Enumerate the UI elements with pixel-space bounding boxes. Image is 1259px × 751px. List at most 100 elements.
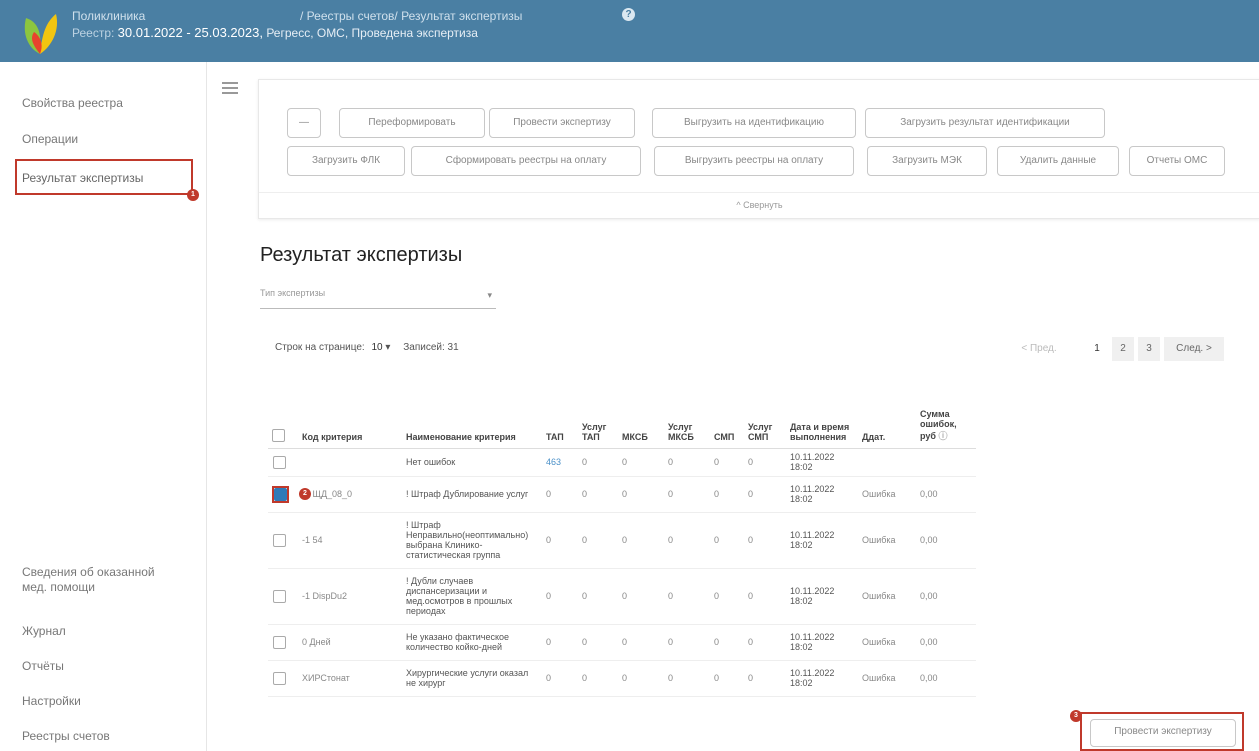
export-identification-button[interactable]: Выгрузить на идентификацию (652, 108, 856, 138)
cell-smp-services: 0 (744, 624, 786, 661)
filter-placeholder: Тип экспертизы (260, 288, 326, 298)
pager-prev[interactable]: < Пред. (1014, 337, 1064, 361)
app-header: Поликлиника / Реестры счетов/ Результат … (0, 0, 1259, 62)
row-checkbox[interactable] (273, 455, 286, 469)
cell-smp: 0 (710, 476, 744, 513)
row-checkbox[interactable] (273, 533, 286, 547)
sidebar-item-settings[interactable]: Настройки (22, 694, 81, 708)
row-checkbox[interactable] (273, 635, 286, 649)
run-expertise-bottom-button[interactable]: Провести экспертизу (1090, 719, 1236, 747)
cell-name: ! Штраф Неправильно(неоптимально) выбран… (402, 512, 542, 569)
header-type[interactable]: Ддат. (858, 384, 916, 449)
row-select-cell (268, 476, 298, 513)
cell-smp-services: 0 (744, 476, 786, 513)
header-mksb[interactable]: МКСБ (618, 384, 664, 449)
table-row[interactable]: 0 Дней Не указано фактическое количество … (268, 624, 976, 661)
sidebar-item-medical-care[interactable]: Сведения об оказанной мед. помощи (22, 565, 182, 595)
cell-smp-services: 0 (744, 512, 786, 569)
cell-name: Нет ошибок (402, 448, 542, 477)
table-row[interactable]: -1 54! Штраф Неправильно(неоптимально) в… (268, 512, 976, 569)
cell-type: Ошибка (858, 660, 916, 697)
chevron-down-icon[interactable]: ▾ (385, 342, 390, 353)
reform-button[interactable]: Переформировать (339, 108, 485, 138)
pager-page-1[interactable]: 1 (1086, 337, 1108, 361)
header-tap[interactable]: ТАП (542, 384, 578, 449)
pager-page-2[interactable]: 2 (1112, 337, 1134, 361)
cell-date: 10.11.2022 18:02 (786, 512, 858, 569)
sidebar-item-registries[interactable]: Реестры счетов (22, 729, 110, 743)
cell-tap-services: 0 (578, 512, 618, 569)
rows-per-page-select[interactable]: 10 (372, 342, 383, 353)
cell-tap: 0 (542, 512, 578, 569)
rows-per-page: Строк на странице: 10 ▾ Записей: 31 (275, 342, 459, 353)
row-select-cell (268, 624, 298, 661)
row-select-cell (268, 448, 298, 477)
sidebar-item-properties[interactable]: Свойства реестра (22, 96, 123, 110)
logo-icon (24, 14, 58, 54)
header-name[interactable]: Наименование критерия (402, 384, 542, 449)
collapse-toggle[interactable]: ^ Свернуть (259, 192, 1259, 219)
row-select-cell (268, 660, 298, 697)
info-icon: ⓘ (938, 430, 948, 441)
cell-type: Ошибка (858, 568, 916, 625)
help-icon[interactable]: ? (622, 8, 635, 21)
cell-type (858, 448, 916, 477)
run-expertise-button[interactable]: Провести экспертизу (489, 108, 635, 138)
cell-date: 10.11.2022 18:02 (786, 448, 858, 477)
cell-mksb: 0 (618, 624, 664, 661)
rows-per-page-label: Строк на странице: (275, 342, 365, 353)
header-smp-services[interactable]: Услуг СМП (744, 384, 786, 449)
sidebar-item-reports[interactable]: Отчёты (22, 659, 64, 673)
expertise-type-select[interactable]: Тип экспертизы ▾ (260, 288, 496, 309)
cell-tap: 0 (542, 660, 578, 697)
import-flk-button[interactable]: Загрузить ФЛК (287, 146, 405, 176)
cell-sum: 0,00 (916, 476, 976, 513)
oms-reports-button[interactable]: Отчеты ОМС (1129, 146, 1225, 176)
cell-mksb: 0 (618, 476, 664, 513)
table-row[interactable]: -1 DispDu2! Дубли случаев диспансеризаци… (268, 568, 976, 625)
more-button[interactable]: — (287, 108, 321, 138)
cell-type: Ошибка (858, 476, 916, 513)
select-all-cell (268, 384, 298, 449)
import-mek-button[interactable]: Загрузить МЭК (867, 146, 987, 176)
cell-smp: 0 (710, 568, 744, 625)
header-code[interactable]: Код критерия (298, 384, 402, 449)
pager-page-3[interactable]: 3 (1138, 337, 1160, 361)
cell-code: -1 54 (298, 512, 402, 569)
cell-mksb-services: 0 (664, 512, 710, 569)
header-sum[interactable]: Сумма ошибок, руб ⓘ (916, 384, 976, 449)
header-smp[interactable]: СМП (710, 384, 744, 449)
select-all-checkbox[interactable] (272, 428, 285, 442)
sidebar-item-expertise-result[interactable]: Результат экспертизы (15, 159, 193, 195)
row-checkbox-wrap (272, 455, 287, 470)
delete-data-button[interactable]: Удалить данные (997, 146, 1119, 176)
form-payment-registries-button[interactable]: Сформировать реестры на оплату (411, 146, 641, 176)
cell-name: ! Штраф Дублирование услуг (402, 476, 542, 513)
row-checkbox-wrap (272, 635, 287, 650)
table-row[interactable]: -1 ЩД_08_0! Штраф Дублирование услуг 0 0 0 0… (268, 476, 976, 513)
header-date[interactable]: Дата и время выполнения (786, 384, 858, 449)
cell-mksb-services: 0 (664, 660, 710, 697)
header-tap-services[interactable]: Услуг ТАП (578, 384, 618, 449)
cell-sum: 0,00 (916, 624, 976, 661)
table-row[interactable]: Нет ошибок 463 0 0 0 0 0 10.11.2022 18:02 (268, 448, 976, 477)
cell-date: 10.11.2022 18:02 (786, 624, 858, 661)
pager-next[interactable]: След. > (1164, 337, 1224, 361)
registry-dates: 30.01.2022 - 25.03.2023, (117, 25, 263, 40)
cell-sum: 0,00 (916, 568, 976, 625)
row-checkbox[interactable] (274, 487, 287, 501)
table-row[interactable]: ХИРСтонат Хирургические услуги оказал не … (268, 660, 976, 697)
row-checkbox[interactable] (273, 671, 286, 685)
cell-code: -1 ЩД_08_0 (298, 476, 402, 513)
hamburger-menu-icon[interactable] (222, 82, 238, 96)
sidebar-item-operations[interactable]: Операции (22, 132, 78, 146)
cell-date: 10.11.2022 18:02 (786, 476, 858, 513)
import-identification-button[interactable]: Загрузить результат идентификации (865, 108, 1105, 138)
row-checkbox-wrap (272, 485, 289, 503)
export-payment-registries-button[interactable]: Выгрузить реестры на оплату (654, 146, 854, 176)
row-checkbox[interactable] (273, 589, 286, 603)
sidebar-item-journal[interactable]: Журнал (22, 624, 66, 638)
header-mksb-services[interactable]: Услуг МКСБ (664, 384, 710, 449)
row-checkbox-wrap (272, 533, 287, 548)
breadcrumb[interactable]: / Реестры счетов/ Результат экспертизы (300, 9, 522, 23)
